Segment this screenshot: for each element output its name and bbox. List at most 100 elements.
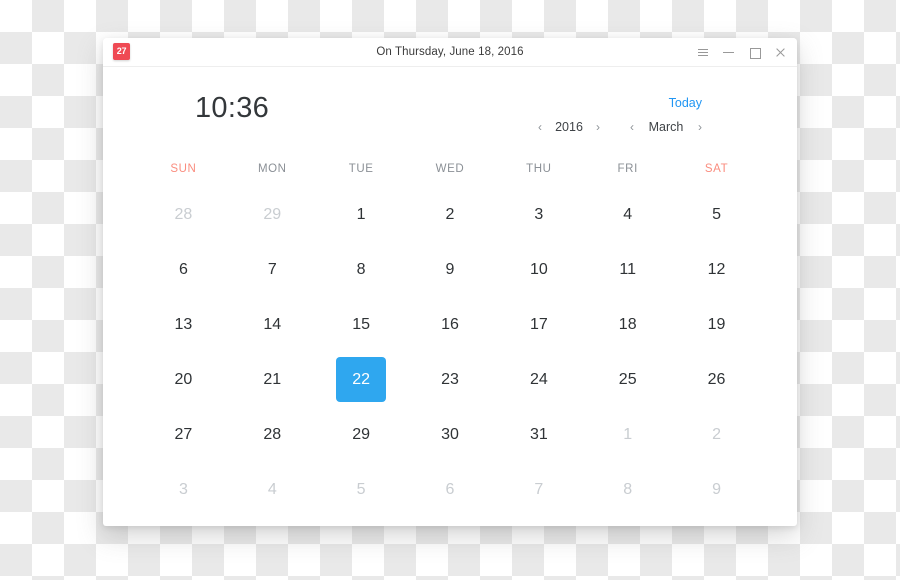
calendar-day-label: 3: [178, 480, 188, 498]
calendar-day-label: 16: [441, 315, 459, 333]
weekday-header-wed: WED: [435, 163, 465, 175]
calendar-day-cell[interactable]: 3: [494, 187, 583, 242]
app-icon: 27: [113, 43, 130, 60]
calendar-day-label: 18: [618, 315, 637, 333]
calendar-week-row: 3 4 5 6 7 8 9: [139, 462, 761, 517]
calendar-day-label: 26: [707, 370, 726, 388]
calendar-day-label: 12: [707, 260, 726, 278]
calendar-day-cell[interactable]: 23: [406, 352, 495, 407]
calendar-day-label: 2: [712, 425, 722, 443]
calendar-day-label: 28: [174, 205, 193, 223]
header-bar: 10:36 Today ‹ 2016 › ‹ March ›: [125, 91, 775, 153]
calendar-day-label: 11: [619, 260, 636, 278]
stepper-row: ‹ 2016 › ‹ March ›: [537, 120, 703, 134]
calendar-day-cell[interactable]: 17: [494, 297, 583, 352]
calendar-day-label: 3: [534, 205, 544, 223]
calendar-day-label: 28: [263, 425, 282, 443]
calendar-day-cell[interactable]: 29: [228, 187, 317, 242]
year-stepper: ‹ 2016 ›: [537, 120, 601, 134]
calendar-day-label: 8: [356, 260, 366, 278]
calendar-day-label: 4: [267, 480, 277, 498]
calendar-day-cell[interactable]: 21: [228, 352, 317, 407]
calendar-day-cell[interactable]: 12: [672, 242, 761, 297]
calendar-day-cell[interactable]: 11: [583, 242, 672, 297]
calendar-day-cell[interactable]: 5: [672, 187, 761, 242]
calendar-day-label: 24: [529, 370, 548, 388]
calendar-day-cell[interactable]: 1: [583, 407, 672, 462]
calendar-day-cell[interactable]: 8: [317, 242, 406, 297]
month-next-icon[interactable]: ›: [697, 120, 703, 134]
calendar-day-label: 15: [352, 315, 371, 333]
window-title: On Thursday, June 18, 2016: [376, 46, 524, 58]
year-prev-icon[interactable]: ‹: [537, 120, 543, 134]
calendar-day-cell[interactable]: 22: [317, 352, 406, 407]
maximize-icon[interactable]: [748, 46, 761, 59]
weekday-header-tue: TUE: [348, 163, 374, 175]
year-value[interactable]: 2016: [552, 120, 586, 134]
calendar-day-cell[interactable]: 27: [139, 407, 228, 462]
close-icon[interactable]: [774, 46, 787, 59]
calendar-day-cell[interactable]: 9: [406, 242, 495, 297]
calendar-day-cell[interactable]: 24: [494, 352, 583, 407]
clock-display: 10:36: [195, 92, 270, 124]
calendar-day-cell[interactable]: 13: [139, 297, 228, 352]
calendar-day-cell[interactable]: 25: [583, 352, 672, 407]
calendar-day-label: 13: [174, 315, 193, 333]
calendar-day-label: 20: [174, 370, 193, 388]
minimize-icon[interactable]: [722, 46, 735, 59]
weekday-header-sat: SAT: [704, 163, 729, 175]
header-navigation: Today ‹ 2016 › ‹ March ›: [537, 91, 703, 134]
calendar-day-cell[interactable]: 6: [139, 242, 228, 297]
calendar-day-cell[interactable]: 3: [139, 462, 228, 517]
calendar-window: 27 On Thursday, June 18, 2016 10:36 Toda…: [103, 38, 797, 526]
year-next-icon[interactable]: ›: [595, 120, 601, 134]
calendar-day-cell[interactable]: 16: [406, 297, 495, 352]
calendar-day-cell[interactable]: 1: [317, 187, 406, 242]
calendar-day-cell[interactable]: 19: [672, 297, 761, 352]
calendar-day-label: 27: [174, 425, 193, 443]
calendar-day-cell[interactable]: 7: [228, 242, 317, 297]
weekday-header-mon: MON: [257, 163, 287, 175]
calendar-day-cell[interactable]: 30: [406, 407, 495, 462]
calendar-day-cell[interactable]: 2: [672, 407, 761, 462]
calendar-day-cell[interactable]: 7: [494, 462, 583, 517]
calendar-day-label: 7: [267, 260, 277, 278]
month-value[interactable]: March: [644, 120, 688, 134]
hamburger-menu-icon[interactable]: [696, 46, 709, 59]
calendar-day-cell[interactable]: 10: [494, 242, 583, 297]
calendar-day-label: 31: [529, 425, 548, 443]
calendar-week-row: 28 29 1 2 3 4 5: [139, 187, 761, 242]
calendar-day-label: 14: [263, 315, 282, 333]
calendar-day-cell[interactable]: 26: [672, 352, 761, 407]
calendar-day-cell[interactable]: 4: [228, 462, 317, 517]
calendar-day-selected: 22: [336, 357, 387, 402]
calendar-day-cell[interactable]: 28: [139, 187, 228, 242]
weekday-header-row: SUN MON TUE WED THU FRI SAT: [139, 163, 761, 175]
calendar-day-cell[interactable]: 15: [317, 297, 406, 352]
calendar-week-row: 6 7 8 9 10 11 12: [139, 242, 761, 297]
calendar-day-label: 1: [356, 205, 366, 223]
title-bar: 27 On Thursday, June 18, 2016: [103, 38, 797, 67]
calendar-day-cell[interactable]: 8: [583, 462, 672, 517]
calendar-day-cell[interactable]: 2: [406, 187, 495, 242]
calendar-day-cell[interactable]: 31: [494, 407, 583, 462]
calendar-week-row: 20 21 22 23 24 25 26: [139, 352, 761, 407]
calendar-day-cell[interactable]: 4: [583, 187, 672, 242]
calendar-day-cell[interactable]: 20: [139, 352, 228, 407]
calendar-day-label: 6: [178, 260, 188, 278]
calendar-day-label: 4: [623, 205, 633, 223]
calendar-week-row: 27 28 29 30 31 1 2: [139, 407, 761, 462]
calendar-day-cell[interactable]: 14: [228, 297, 317, 352]
calendar-day-label: 7: [534, 480, 544, 498]
month-prev-icon[interactable]: ‹: [629, 120, 635, 134]
calendar-day-cell[interactable]: 29: [317, 407, 406, 462]
today-button[interactable]: Today: [669, 95, 702, 111]
calendar-day-cell[interactable]: 28: [228, 407, 317, 462]
month-stepper: ‹ March ›: [629, 120, 703, 134]
calendar-weeks: 28 29 1 2 3 4 5 6 7 8 9 10 11 12 13 14 15 16 17 18 19 20 21 22 2…: [139, 187, 761, 517]
calendar-day-cell[interactable]: 9: [672, 462, 761, 517]
calendar-day-cell[interactable]: 6: [406, 462, 495, 517]
calendar-day-cell[interactable]: 18: [583, 297, 672, 352]
calendar-day-cell[interactable]: 5: [317, 462, 406, 517]
calendar-day-label: 19: [707, 315, 726, 333]
